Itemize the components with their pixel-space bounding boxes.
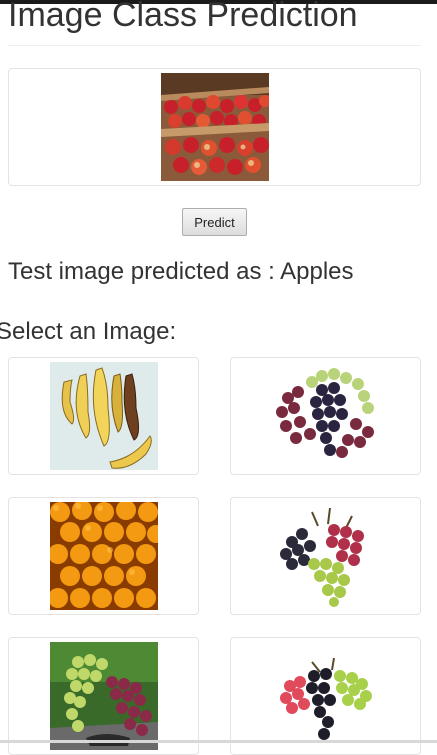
page-title: Image Class Prediction (8, 0, 358, 34)
grapes-image (271, 362, 380, 470)
gallery-item-grapes-1[interactable] (230, 357, 421, 475)
bananas-image (49, 362, 158, 470)
prediction-result: Test image predicted as : Apples (8, 258, 354, 285)
predict-button[interactable]: Predict (182, 208, 247, 236)
grapes-image (271, 502, 380, 610)
oranges-image (49, 502, 158, 610)
gallery-item-grapes-2[interactable] (230, 497, 421, 615)
gallery-item-bananas[interactable] (8, 357, 199, 475)
gallery-item-grapes-4[interactable] (230, 637, 421, 755)
gallery-item-oranges[interactable] (8, 497, 199, 615)
select-image-heading: Select an Image: (0, 318, 177, 345)
gallery-item-grapes-3[interactable] (8, 637, 199, 755)
test-image-apples (160, 73, 269, 181)
title-divider (8, 45, 421, 46)
test-image-card (8, 68, 421, 186)
grapes-image (271, 642, 380, 750)
grapes-image (49, 642, 158, 750)
